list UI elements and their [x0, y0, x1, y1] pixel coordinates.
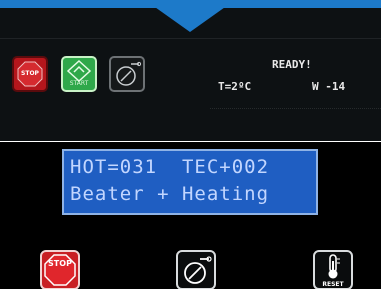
lcd-screen: HOT=031 TEC+002 Beater + Heating	[62, 149, 318, 215]
machine-display-top: STOP START READY! T=2ºC W -14	[0, 0, 381, 141]
power-readout: W -14	[312, 80, 346, 93]
reset-button[interactable]: RESET	[313, 250, 353, 289]
disk-key-icon	[184, 256, 212, 284]
temperature-readout: T=2ºC	[218, 80, 252, 93]
lcd-line-1: HOT=031 TEC+002	[70, 156, 270, 178]
disk-key-icon	[116, 61, 142, 86]
machine-display-bottom: HOT=031 TEC+002 Beater + Heating STOP RE…	[0, 142, 381, 289]
status-text: READY!	[272, 58, 312, 71]
disk-button-small[interactable]	[109, 56, 145, 92]
start-button-label: START	[69, 80, 89, 87]
start-button[interactable]: START	[61, 56, 97, 92]
lcd-line-2: Beater + Heating	[70, 183, 270, 205]
stop-button-small[interactable]: STOP	[12, 56, 48, 92]
reset-button-label: RESET	[322, 281, 344, 288]
stop-button-label: STOP	[21, 70, 39, 77]
arrow-down-icon	[145, 0, 235, 32]
disk-button-large[interactable]	[176, 250, 216, 289]
stop-button-label: STOP	[48, 259, 72, 268]
stop-button-large[interactable]: STOP	[40, 250, 80, 289]
stop-sign-icon	[44, 254, 76, 286]
dotted-divider	[210, 108, 381, 110]
divider	[0, 38, 381, 39]
